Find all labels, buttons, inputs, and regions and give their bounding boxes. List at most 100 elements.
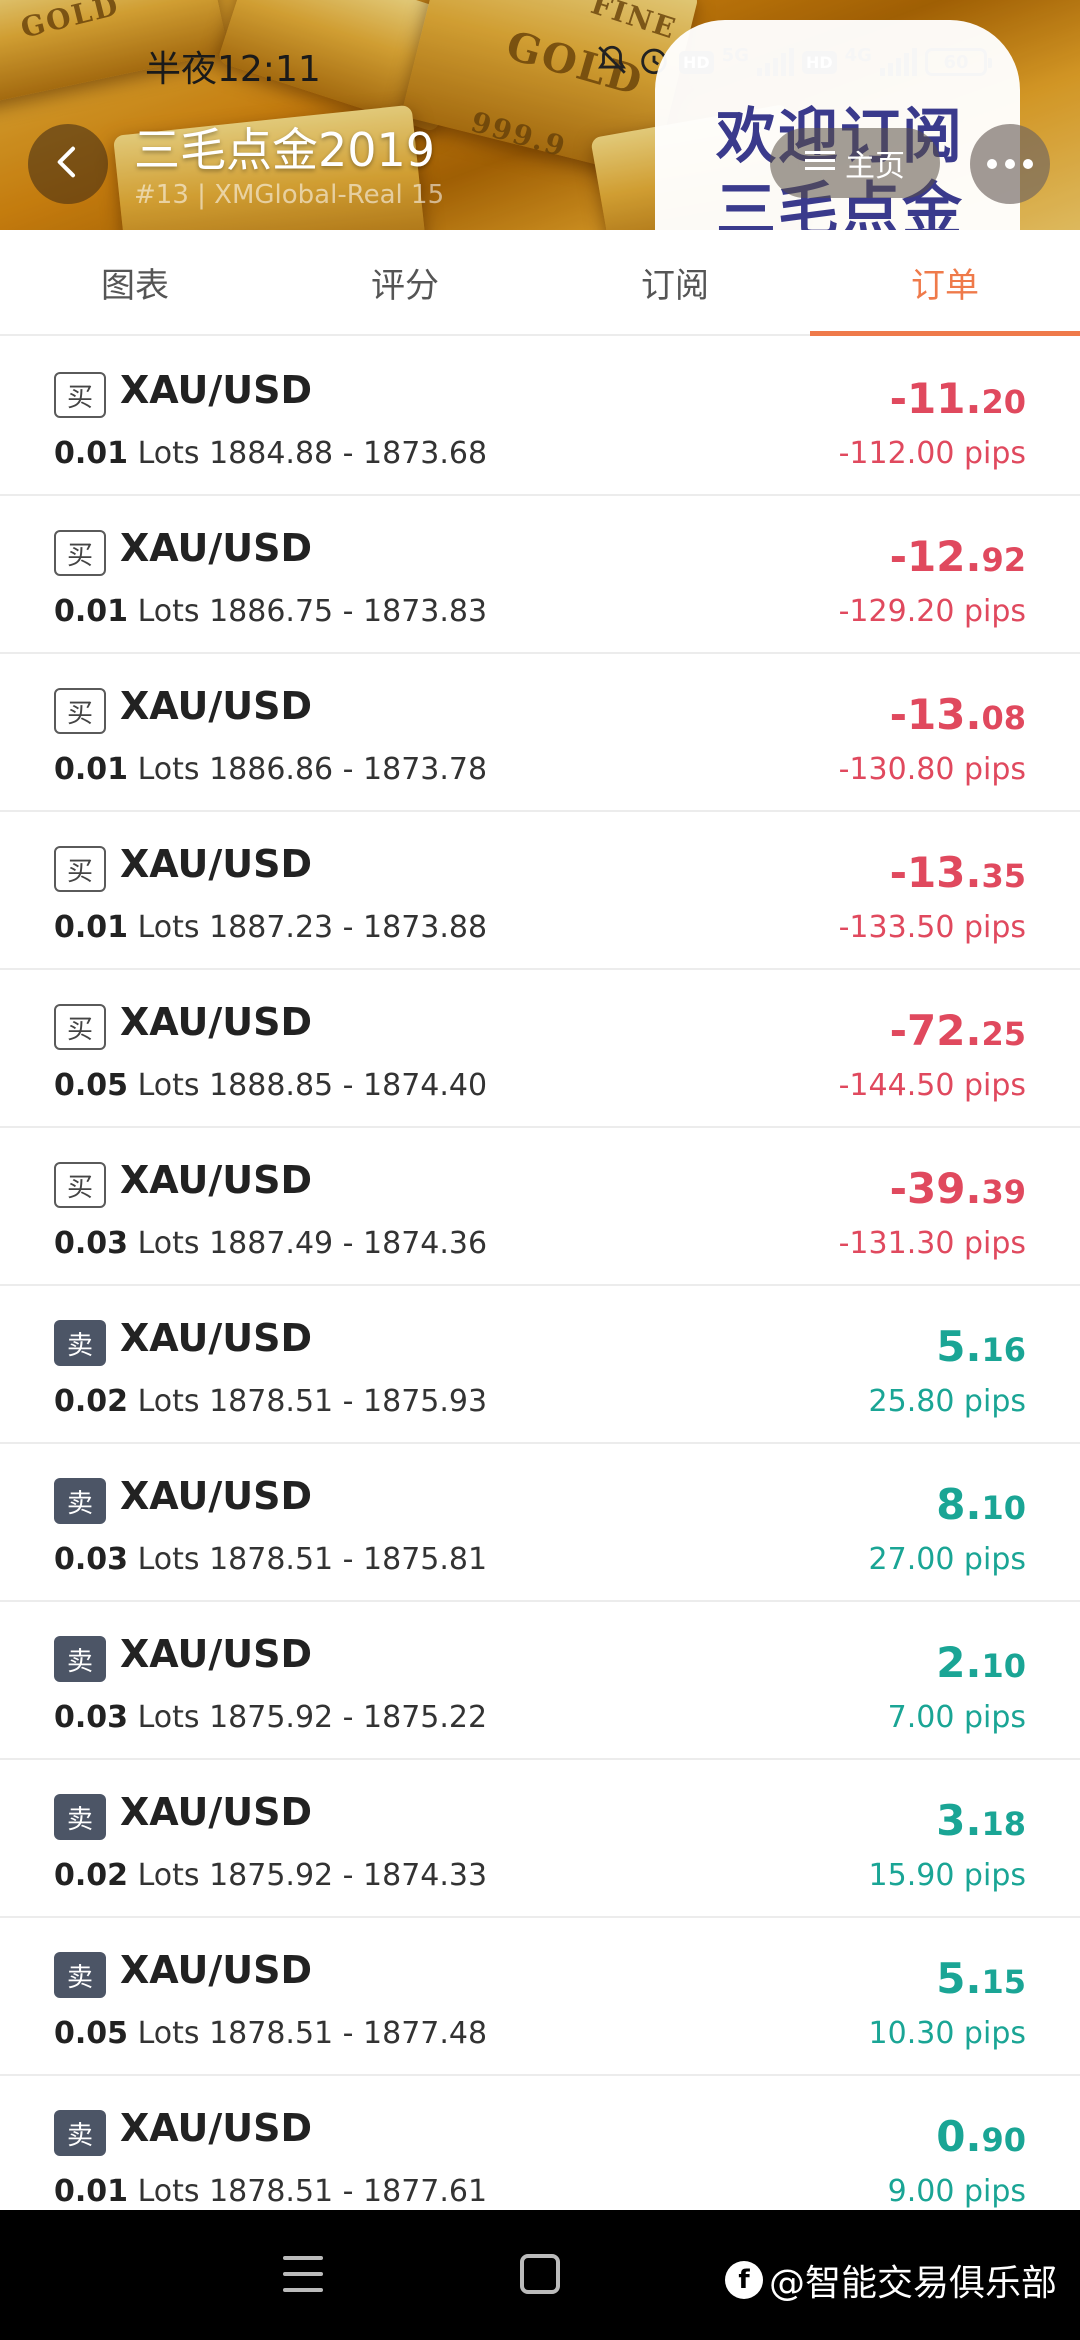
order-lots: 0.01 <box>54 910 129 945</box>
order-profit: 5.16 <box>936 1322 1026 1371</box>
order-symbol: XAU/USD <box>120 1158 313 1202</box>
profit-integer: -13. <box>889 848 982 897</box>
tab-subscribe[interactable]: 订阅 <box>540 230 810 334</box>
profit-decimal: 10 <box>981 1647 1026 1685</box>
order-pips: -129.20 pips <box>838 594 1026 629</box>
lots-unit: Lots <box>137 594 200 629</box>
order-symbol: XAU/USD <box>120 1948 313 1992</box>
profit-decimal: 16 <box>981 1331 1026 1369</box>
profit-decimal: 20 <box>981 383 1026 421</box>
profit-integer: 0. <box>936 2112 982 2161</box>
order-pips: 7.00 pips <box>887 1700 1026 1735</box>
order-prices: 1878.51 - 1877.48 <box>209 2016 488 2051</box>
lots-unit: Lots <box>137 1226 200 1261</box>
order-details: 0.03 Lots 1875.92 - 1875.22 <box>54 1700 487 1735</box>
account-subtitle: #13 | XMGlobal-Real 15 <box>134 180 445 210</box>
order-lots: 0.01 <box>54 594 129 629</box>
order-symbol: XAU/USD <box>120 842 313 886</box>
page-title: 三毛点金2019 <box>134 123 436 177</box>
profit-integer: -11. <box>889 374 982 423</box>
order-symbol: XAU/USD <box>120 1632 313 1676</box>
order-details: 0.02 Lots 1878.51 - 1875.93 <box>54 1384 487 1419</box>
system-nav-bar: f @智能交易俱乐部 <box>0 2210 1080 2340</box>
order-profit: -11.20 <box>890 374 1026 423</box>
side-badge: 卖 <box>54 1636 106 1682</box>
order-row[interactable]: 买 XAU/USD 0.03 Lots 1887.49 - 1874.36 -39.3… <box>0 1128 1080 1286</box>
back-button[interactable] <box>28 124 108 204</box>
order-row[interactable]: 卖 XAU/USD 0.02 Lots 1875.92 - 1874.33 3.18 1… <box>0 1760 1080 1918</box>
lots-unit: Lots <box>137 1068 200 1103</box>
order-row[interactable]: 卖 XAU/USD 0.02 Lots 1878.51 - 1875.93 5.16 2… <box>0 1286 1080 1444</box>
order-details: 0.03 Lots 1887.49 - 1874.36 <box>54 1226 487 1261</box>
order-prices: 1875.92 - 1874.33 <box>209 1858 488 1893</box>
order-symbol: XAU/USD <box>120 368 313 412</box>
order-lots: 0.03 <box>54 1700 129 1735</box>
header-banner: GOLD FINE GOLD 999.9 半夜12:11 HD 5G HD 4G… <box>0 0 1080 230</box>
order-prices: 1875.92 - 1875.22 <box>209 1700 488 1735</box>
order-row[interactable]: 卖 XAU/USD 0.05 Lots 1878.51 - 1877.48 5.15 1… <box>0 1918 1080 2076</box>
tab-rating[interactable]: 评分 <box>270 230 540 334</box>
lots-unit: Lots <box>137 752 200 787</box>
menu-lines-icon <box>805 146 835 181</box>
profit-decimal: 18 <box>981 1805 1026 1843</box>
side-badge: 卖 <box>54 1794 106 1840</box>
recent-apps-button[interactable] <box>283 2256 323 2292</box>
side-badge: 买 <box>54 1162 106 1208</box>
order-prices: 1887.23 - 1873.88 <box>209 910 488 945</box>
side-badge: 卖 <box>54 1320 106 1366</box>
side-badge: 卖 <box>54 1952 106 1998</box>
side-badge: 买 <box>54 372 106 418</box>
order-prices: 1878.51 - 1877.61 <box>209 2174 488 2209</box>
order-row[interactable]: 买 XAU/USD 0.01 Lots 1887.23 - 1873.88 -13.3… <box>0 812 1080 970</box>
profit-decimal: 39 <box>981 1173 1026 1211</box>
order-symbol: XAU/USD <box>120 1474 313 1518</box>
order-details: 0.01 Lots 1878.51 - 1877.61 <box>54 2174 487 2209</box>
order-lots: 0.01 <box>54 752 129 787</box>
tab-chart[interactable]: 图表 <box>0 230 270 334</box>
order-details: 0.03 Lots 1878.51 - 1875.81 <box>54 1542 487 1577</box>
order-row[interactable]: 卖 XAU/USD 0.03 Lots 1878.51 - 1875.81 8.10 2… <box>0 1444 1080 1602</box>
order-row[interactable]: 买 XAU/USD 0.01 Lots 1886.86 - 1873.78 -13.0… <box>0 654 1080 812</box>
bell-off-icon <box>595 43 629 81</box>
tab-bar: 图表 评分 订阅 订单 <box>0 230 1080 336</box>
order-pips: 27.00 pips <box>868 1542 1026 1577</box>
side-badge: 卖 <box>54 2110 106 2156</box>
lots-unit: Lots <box>137 2016 200 2051</box>
order-row[interactable]: 卖 XAU/USD 0.01 Lots 1878.51 - 1877.61 0.90 9… <box>0 2076 1080 2210</box>
order-symbol: XAU/USD <box>120 1000 313 1044</box>
lots-unit: Lots <box>137 1384 200 1419</box>
order-pips: -133.50 pips <box>838 910 1026 945</box>
order-symbol: XAU/USD <box>120 2106 313 2150</box>
order-lots: 0.05 <box>54 2016 129 2051</box>
order-profit: -12.92 <box>890 532 1026 581</box>
order-details: 0.02 Lots 1875.92 - 1874.33 <box>54 1858 487 1893</box>
order-row[interactable]: 买 XAU/USD 0.01 Lots 1886.75 - 1873.83 -12.9… <box>0 496 1080 654</box>
profit-decimal: 90 <box>981 2121 1026 2159</box>
lots-unit: Lots <box>137 1858 200 1893</box>
order-lots: 0.05 <box>54 1068 129 1103</box>
order-profit: -39.39 <box>890 1164 1026 1213</box>
order-lots: 0.03 <box>54 1226 129 1261</box>
home-button[interactable]: 主页 <box>770 128 940 198</box>
profit-decimal: 92 <box>981 541 1026 579</box>
order-profit: -72.25 <box>890 1006 1026 1055</box>
more-button[interactable] <box>970 124 1050 204</box>
watermark: f @智能交易俱乐部 <box>725 2254 1057 2306</box>
screen: GOLD FINE GOLD 999.9 半夜12:11 HD 5G HD 4G… <box>0 0 1080 2340</box>
home-nav-button[interactable] <box>520 2254 560 2294</box>
order-pips: 9.00 pips <box>887 2174 1026 2209</box>
order-row[interactable]: 买 XAU/USD 0.05 Lots 1888.85 - 1874.40 -72.2… <box>0 970 1080 1128</box>
side-badge: 卖 <box>54 1478 106 1524</box>
profit-integer: 3. <box>936 1796 982 1845</box>
lots-unit: Lots <box>137 2174 200 2209</box>
order-symbol: XAU/USD <box>120 1316 313 1360</box>
order-row[interactable]: 卖 XAU/USD 0.03 Lots 1875.92 - 1875.22 2.10 7… <box>0 1602 1080 1760</box>
profit-integer: -72. <box>889 1006 982 1055</box>
order-row[interactable]: 买 XAU/USD 0.01 Lots 1884.88 - 1873.68 -11.2… <box>0 338 1080 496</box>
tab-orders[interactable]: 订单 <box>810 230 1080 336</box>
order-lots: 0.02 <box>54 1858 129 1893</box>
order-pips: 15.90 pips <box>868 1858 1026 1893</box>
order-prices: 1888.85 - 1874.40 <box>209 1068 488 1103</box>
order-pips: -130.80 pips <box>838 752 1026 787</box>
lots-unit: Lots <box>137 910 200 945</box>
